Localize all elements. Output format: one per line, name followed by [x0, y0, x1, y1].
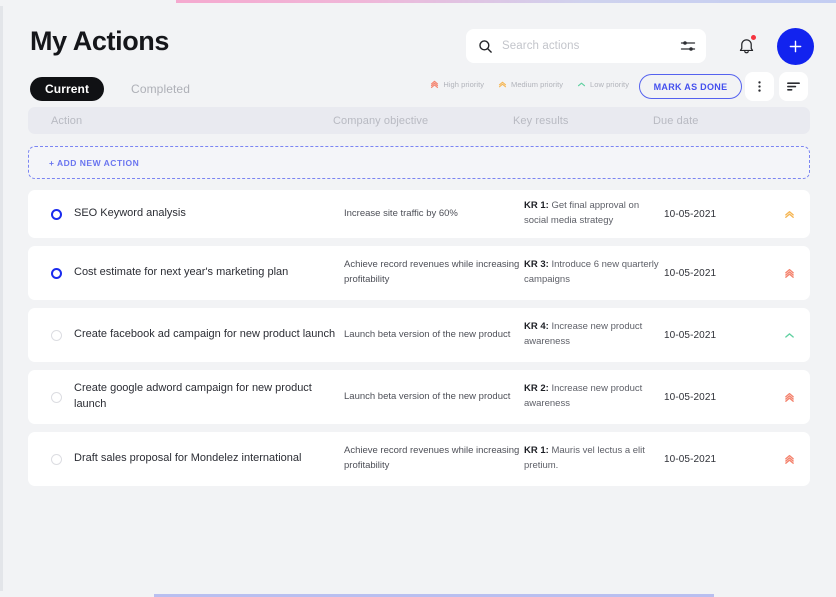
- cell-due-date: 10-05-2021: [664, 267, 717, 279]
- page-title: My Actions: [30, 26, 170, 56]
- cell-key-result: KR 2: Increase new product awareness: [524, 382, 664, 411]
- add-new-action-label: + ADD NEW ACTION: [49, 157, 140, 168]
- search-input[interactable]: [502, 40, 680, 52]
- key-result-tag: KR 2:: [524, 383, 549, 395]
- column-header-objective: Company objective: [333, 114, 429, 127]
- priority-low-icon: [784, 332, 794, 338]
- priority-low-icon: [577, 82, 586, 87]
- cell-priority: [774, 268, 804, 279]
- table-header-row: Action Company objective Key results Due…: [28, 107, 810, 134]
- cell-due-date: 10-05-2021: [664, 208, 717, 220]
- row-select-radio[interactable]: [51, 329, 62, 341]
- cell-due-date: 10-05-2021: [664, 453, 717, 465]
- priority-legend: High priority Medium priority Low priori…: [430, 80, 629, 89]
- table-row[interactable]: Create facebook ad campaign for new prod…: [28, 308, 810, 362]
- priority-high-icon: [784, 392, 794, 402]
- priority-high-icon: [784, 454, 794, 464]
- tab-bar: Current Completed: [30, 77, 205, 101]
- row-select-radio[interactable]: [51, 453, 62, 465]
- notification-badge-dot: [751, 35, 756, 40]
- cell-action: Create facebook ad campaign for new prod…: [74, 328, 336, 341]
- cell-key-result: KR 1: Get final approval on social media…: [524, 199, 664, 228]
- row-select-radio[interactable]: [51, 208, 62, 220]
- sort-button[interactable]: [779, 72, 808, 101]
- legend-item-low: Low priority: [577, 80, 629, 89]
- cell-objective: Increase site traffic by 60%: [344, 207, 458, 219]
- key-result-tag: KR 1:: [524, 445, 549, 457]
- more-vertical-icon: [758, 81, 761, 92]
- cell-priority: [774, 454, 804, 465]
- left-edge-strip: [0, 6, 3, 591]
- key-result-tag: KR 4:: [524, 321, 549, 333]
- table-row[interactable]: Create google adword campaign for new pr…: [28, 370, 810, 424]
- cell-due-date: 10-05-2021: [664, 391, 717, 403]
- tab-completed[interactable]: Completed: [116, 77, 205, 101]
- plus-icon: [789, 40, 802, 53]
- cell-action: Create google adword campaign for new pr…: [74, 382, 312, 410]
- tune-icon[interactable]: [680, 38, 696, 54]
- cell-priority: [774, 209, 804, 220]
- top-gradient-strip: [176, 0, 836, 3]
- legend-label-low: Low priority: [590, 80, 629, 89]
- cell-objective: Achieve record revenues while increasing…: [344, 445, 520, 471]
- legend-item-high: High priority: [430, 80, 484, 89]
- legend-item-medium: Medium priority: [498, 80, 563, 89]
- priority-medium-icon: [784, 210, 794, 218]
- action-list: SEO Keyword analysis Increase site traffi…: [28, 190, 810, 494]
- cell-action: Draft sales proposal for Mondelez intern…: [74, 452, 302, 465]
- priority-high-icon: [784, 268, 794, 278]
- legend-label-high: High priority: [443, 80, 485, 89]
- cell-action: SEO Keyword analysis: [74, 207, 186, 220]
- column-header-action: Action: [51, 114, 83, 127]
- cell-action: Cost estimate for next year's marketing …: [74, 266, 289, 279]
- sort-descending-icon: [787, 82, 800, 91]
- mark-as-done-button[interactable]: MARK AS DONE: [639, 74, 742, 99]
- cell-key-result: KR 3: Introduce 6 new quarterly campaign…: [524, 258, 664, 287]
- row-select-radio[interactable]: [51, 391, 62, 403]
- cell-objective: Launch beta version of the new product: [344, 390, 511, 402]
- app-root: My Actions Current Completed: [0, 0, 836, 597]
- column-header-due-date: Due date: [653, 114, 699, 127]
- key-result-tag: KR 3:: [524, 259, 549, 271]
- search-bar[interactable]: [466, 29, 706, 63]
- more-options-button[interactable]: [745, 72, 774, 101]
- tab-current[interactable]: Current: [30, 77, 105, 101]
- add-new-action-row[interactable]: + ADD NEW ACTION: [28, 146, 810, 179]
- cell-objective: Achieve record revenues while increasing…: [344, 259, 520, 285]
- cell-key-result: KR 4: Increase new product awareness: [524, 320, 664, 349]
- table-row[interactable]: SEO Keyword analysis Increase site traffi…: [28, 190, 810, 238]
- table-row[interactable]: Draft sales proposal for Mondelez intern…: [28, 432, 810, 486]
- cell-key-result: KR 1: Mauris vel lectus a elit pretium.: [524, 444, 664, 473]
- search-icon: [479, 39, 492, 53]
- table-row[interactable]: Cost estimate for next year's marketing …: [28, 246, 810, 300]
- priority-high-icon: [431, 80, 439, 89]
- legend-label-medium: Medium priority: [511, 80, 564, 89]
- notifications-button[interactable]: [732, 32, 760, 60]
- add-action-button[interactable]: [777, 28, 814, 65]
- row-select-radio[interactable]: [51, 267, 62, 279]
- key-result-tag: KR 1:: [524, 200, 549, 212]
- priority-medium-icon: [498, 81, 507, 88]
- cell-priority: [774, 392, 804, 403]
- cell-due-date: 10-05-2021: [664, 329, 717, 341]
- cell-objective: Launch beta version of the new product: [344, 328, 511, 340]
- cell-priority: [774, 330, 804, 341]
- column-header-key-results: Key results: [513, 114, 569, 127]
